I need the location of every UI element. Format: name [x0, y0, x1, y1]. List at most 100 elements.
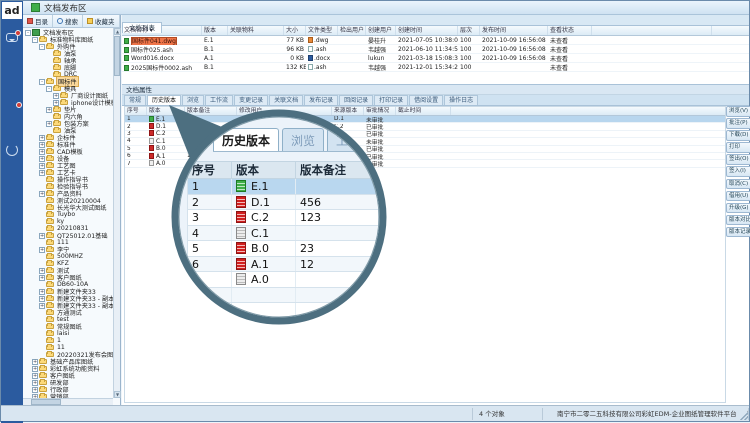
tab-发布记录[interactable]: 发布记录 [304, 95, 338, 105]
tree-item[interactable]: 底脚 [23, 64, 113, 71]
tab-操作日志[interactable]: 操作日志 [444, 95, 478, 105]
expand-toggle-icon[interactable]: + [39, 289, 45, 295]
expand-toggle-icon[interactable]: + [32, 359, 38, 365]
expand-toggle-icon[interactable]: + [46, 121, 52, 127]
tree-horizontal-scrollbar[interactable] [23, 398, 113, 405]
expand-toggle-icon[interactable]: + [39, 233, 45, 239]
side-button[interactable]: 取消(C) [726, 179, 750, 190]
file-column-header[interactable]: 文档名称 ▾ [122, 26, 202, 35]
side-button[interactable]: 借用(U) [726, 191, 750, 202]
expand-toggle-icon[interactable]: + [39, 135, 45, 141]
expand-toggle-icon[interactable]: + [39, 296, 45, 302]
history-column-header[interactable]: 版本备注 [185, 107, 237, 115]
monitor-icon[interactable] [6, 106, 18, 118]
tree-item[interactable]: laisi [23, 330, 113, 337]
expand-toggle-icon[interactable]: + [39, 156, 45, 162]
file-row[interactable]: 国标件025.ashB.196 KB.ash韦越强2021-06-10 11:3… [122, 45, 749, 54]
expand-toggle-icon[interactable]: + [39, 142, 45, 148]
history-column-header[interactable]: 修改用户 [237, 107, 332, 115]
tab-工作流[interactable]: 工作流 [205, 95, 233, 105]
contacts-icon[interactable] [6, 182, 18, 194]
expand-toggle-icon[interactable]: - [46, 86, 52, 92]
scroll-down-arrow-icon[interactable]: ▼ [114, 391, 121, 398]
history-row[interactable]: 2D.1456C.2已审批 [125, 123, 725, 130]
expand-toggle-icon[interactable]: - [25, 30, 31, 36]
tab-浏览[interactable]: 浏览 [182, 95, 204, 105]
tree-item[interactable]: ky [23, 218, 113, 225]
expand-toggle-icon[interactable]: - [39, 79, 45, 85]
expand-toggle-icon[interactable]: + [46, 107, 52, 113]
side-button[interactable]: 批注(P) [726, 118, 750, 129]
file-column-header[interactable]: 文件类型 [306, 26, 338, 35]
history-row[interactable]: 1E.1D.1未审批 [125, 116, 725, 123]
expand-toggle-icon[interactable]: + [39, 247, 45, 253]
sync-icon[interactable] [6, 144, 18, 156]
tab-借阅设置[interactable]: 借阅设置 [409, 95, 443, 105]
tree-item[interactable]: 500MHZ [23, 253, 113, 260]
file-row[interactable]: 国标件041.dwgE.177 KB.dwg晏桂升2021-07-05 10:3… [122, 36, 749, 45]
expand-toggle-icon[interactable]: + [53, 100, 59, 106]
tab-打印记录[interactable]: 打印记录 [374, 95, 408, 105]
tree-toolbar-button-0[interactable]: 目录 [23, 15, 53, 27]
scroll-up-arrow-icon[interactable]: ▲ [114, 28, 121, 35]
tree-item[interactable]: 方通测试 [23, 309, 113, 316]
side-button[interactable]: 版本记录 [726, 227, 750, 238]
side-button[interactable]: 版本对比 [726, 215, 750, 226]
side-button[interactable]: 签入(I) [726, 166, 750, 177]
file-column-header[interactable]: 创建用户 [366, 26, 396, 35]
tree-toolbar-button-2[interactable]: 收藏夹 [83, 15, 120, 27]
expand-toggle-icon[interactable]: + [39, 268, 45, 274]
expand-toggle-icon[interactable]: - [32, 37, 38, 43]
tree-item[interactable]: +李宁 [23, 246, 113, 253]
file-column-header[interactable]: 关联物料 [228, 26, 284, 35]
file-column-header[interactable]: 版本 [202, 26, 228, 35]
history-column-header[interactable]: 版本 [147, 107, 185, 115]
tree-item[interactable]: 长光华大测试图纸 [23, 204, 113, 211]
side-button[interactable]: 升级(G) [726, 203, 750, 214]
history-column-header[interactable]: 截止时间 [396, 107, 451, 115]
expand-toggle-icon[interactable]: - [39, 44, 45, 50]
file-column-header[interactable]: 查看状态 [548, 26, 592, 35]
file-column-header[interactable]: 发布时间 [480, 26, 548, 35]
expand-toggle-icon[interactable]: + [32, 387, 38, 393]
expand-toggle-icon[interactable]: + [39, 191, 45, 197]
chat-icon[interactable] [6, 33, 18, 42]
tree-item[interactable]: +客户图纸 [23, 274, 113, 281]
tree-vertical-scrollbar[interactable]: ▲ ▼ [113, 28, 120, 398]
expand-toggle-icon[interactable]: + [39, 275, 45, 281]
tab-变更记录[interactable]: 变更记录 [234, 95, 268, 105]
expand-toggle-icon[interactable]: + [39, 163, 45, 169]
file-row[interactable]: Word016.docxA.10 KB.docxlukun2021-03-18 … [122, 54, 749, 63]
tab-历史版本[interactable]: 历史版本 [147, 95, 181, 105]
expand-toggle-icon[interactable]: + [32, 380, 38, 386]
tree-item[interactable]: 常规图纸 [23, 323, 113, 330]
expand-toggle-icon[interactable]: + [32, 373, 38, 379]
projects-icon[interactable] [6, 68, 18, 80]
tree-item[interactable]: 1 [23, 337, 113, 344]
resize-grip[interactable] [740, 412, 748, 420]
history-column-header[interactable]: 来源版本 [332, 107, 364, 115]
file-column-header[interactable]: 检出用户 [338, 26, 366, 35]
file-column-header[interactable]: 层次 [458, 26, 480, 35]
expand-toggle-icon[interactable]: + [39, 149, 45, 155]
expand-toggle-icon[interactable]: + [53, 93, 59, 99]
file-row[interactable]: 2025国标件0002.ashB.1132 KB.ash韦越强2021-12-0… [122, 63, 749, 72]
expand-toggle-icon[interactable]: + [39, 303, 45, 309]
side-button[interactable]: 浏览(V) [726, 106, 750, 117]
settings-icon[interactable] [6, 220, 18, 232]
file-column-header[interactable]: 创建时间 [396, 26, 458, 35]
side-button[interactable]: 签出(O) [726, 154, 750, 165]
history-column-header[interactable]: 序号 [125, 107, 147, 115]
tree-item[interactable]: +QT25012.01基础 [23, 232, 113, 239]
scrollbar-thumb[interactable] [114, 36, 120, 76]
tree-toolbar-button-1[interactable]: 搜索 [53, 15, 83, 27]
tab-关联文档[interactable]: 关联文档 [269, 95, 303, 105]
side-button[interactable]: 下载(D) [726, 130, 750, 141]
file-column-header[interactable]: 大小 [284, 26, 306, 35]
tree-item[interactable]: Tuybo [23, 211, 113, 218]
side-button[interactable]: 打印 [726, 142, 750, 153]
expand-toggle-icon[interactable]: + [32, 366, 38, 372]
tab-回阅记录[interactable]: 回阅记录 [339, 95, 373, 105]
tab-常规[interactable]: 常规 [124, 95, 146, 105]
history-row[interactable]: 3C.2123已审批 [125, 131, 725, 138]
